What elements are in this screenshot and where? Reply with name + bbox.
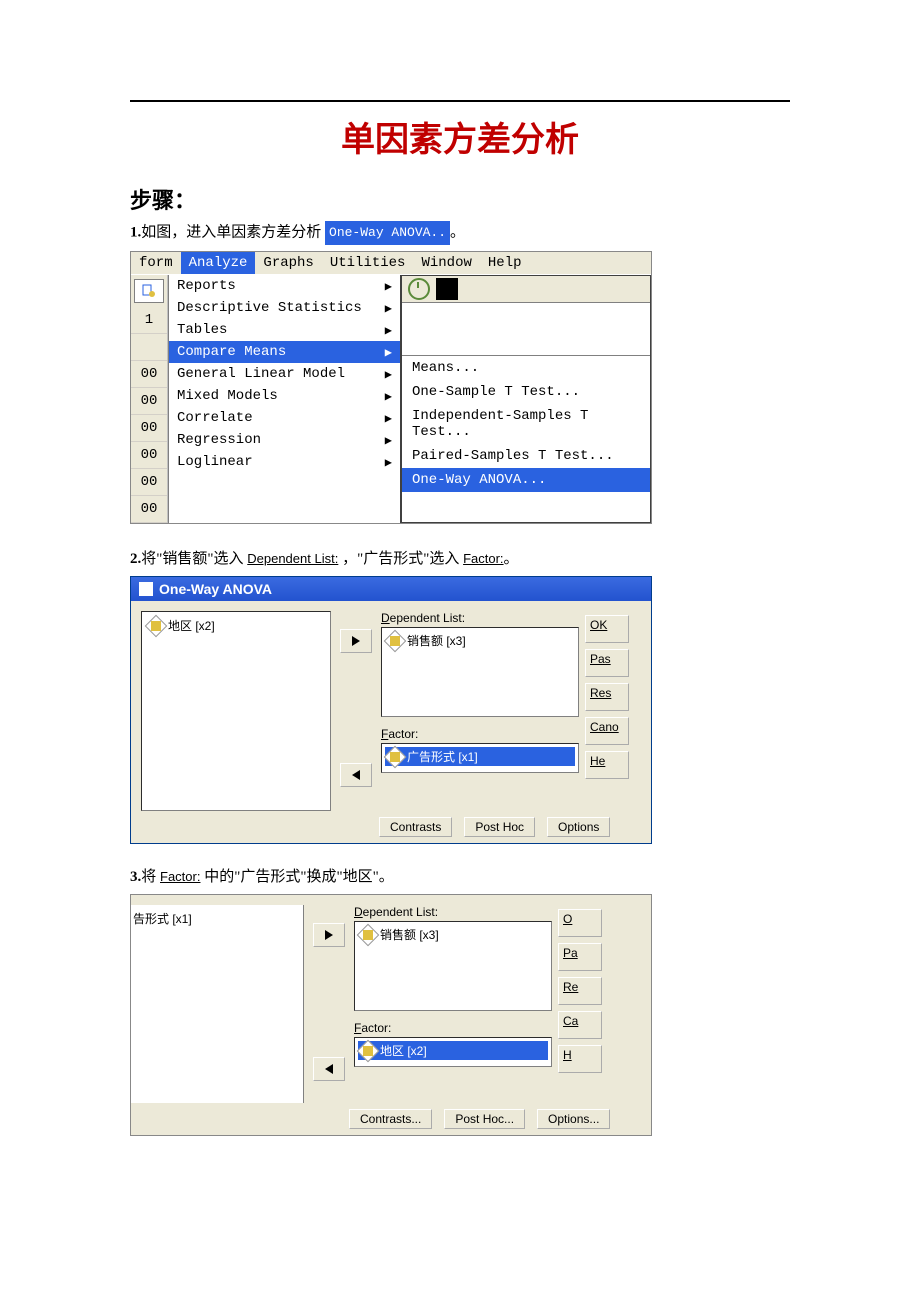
ok-button-2[interactable]: O	[558, 909, 602, 937]
menu-correlate[interactable]: Correlate▶	[169, 407, 400, 429]
menu-graphs[interactable]: Graphs	[255, 252, 321, 274]
menu-glm[interactable]: General Linear Model▶	[169, 363, 400, 385]
oneway-anova-dialog-1: One-Way ANOVA 地区 [x2] DDependent List:ep…	[130, 576, 652, 844]
step-3-line: 3.将 Factor: 中的"广告形式"换成"地区"。	[130, 866, 790, 888]
var-sales-2[interactable]: 销售额 [x3]	[358, 925, 548, 944]
scale-icon	[384, 629, 407, 652]
menu-form[interactable]: form	[131, 252, 181, 274]
paste-button[interactable]: Pas	[585, 649, 629, 677]
reset-button[interactable]: Res	[585, 683, 629, 711]
menu-help[interactable]: Help	[480, 252, 530, 274]
var-adform[interactable]: 广告形式 [x1]	[385, 747, 575, 766]
scale-icon	[357, 923, 380, 946]
dialog-bottom-row: Contrasts Post Hoc Options	[131, 811, 651, 843]
paste-button-2[interactable]: Pa	[558, 943, 602, 971]
var-adform-left[interactable]: 告形式 [x1]	[131, 909, 299, 928]
menu-loglinear[interactable]: Loglinear▶	[169, 451, 400, 473]
cancel-button-2[interactable]: Ca	[558, 1011, 602, 1039]
dependent-list-box-2[interactable]: 销售额 [x3]	[354, 921, 552, 1011]
help-button-2[interactable]: H	[558, 1045, 602, 1073]
clock-icon[interactable]	[408, 278, 430, 300]
factor-box-2[interactable]: 地区 [x2]	[354, 1037, 552, 1067]
oneway-anova-dialog-2: 告形式 [x1] Dependent List: 销售额 [x3] Factor…	[130, 894, 652, 1136]
ok-button[interactable]: OK	[585, 615, 629, 643]
menu-mixed[interactable]: Mixed Models▶	[169, 385, 400, 407]
step-1-line: 1.如图，进入单因素方差分析 One-Way ANOVA..。	[130, 221, 790, 245]
top-rule	[130, 100, 790, 102]
steps-heading: 步骤：	[130, 183, 790, 215]
menu-compare-means[interactable]: Compare Means▶	[169, 341, 400, 363]
menu-descriptive[interactable]: Descriptive Statistics▶	[169, 297, 400, 319]
menu-window[interactable]: Window	[413, 252, 479, 274]
left-gutter: 1 00 00 00 00 00 00	[131, 275, 168, 523]
dialog-bottom-row-2: Contrasts... Post Hoc... Options...	[131, 1103, 651, 1135]
cancel-button[interactable]: Cano	[585, 717, 629, 745]
factor-label-2: Factor:	[354, 1021, 554, 1035]
var-region[interactable]: 地区 [x2]	[146, 616, 326, 635]
posthoc-button[interactable]: Post Hoc	[464, 817, 535, 837]
submenu-means[interactable]: Means...	[402, 356, 650, 380]
reset-button-2[interactable]: Re	[558, 977, 602, 1005]
dependent-list-box[interactable]: 销售额 [x3]	[381, 627, 579, 717]
menu-tables[interactable]: Tables▶	[169, 319, 400, 341]
move-to-factor-button-2[interactable]	[313, 1057, 345, 1081]
contrasts-button-2[interactable]: Contrasts...	[349, 1109, 432, 1129]
step-2-line: 2.将"销售额"选入 Dependent List: ，"广告形式"选入 Fac…	[130, 548, 790, 570]
scale-icon	[357, 1039, 380, 1062]
submenu-oneway[interactable]: One-Way ANOVA...	[402, 468, 650, 492]
menu-reports[interactable]: Reports▶	[169, 275, 400, 297]
dialog-action-buttons-2: O Pa Re Ca H	[554, 905, 602, 1103]
dependent-label-2: Dependent List:	[354, 905, 554, 919]
source-variable-list-2[interactable]: 告形式 [x1]	[131, 905, 304, 1103]
var-sales[interactable]: 销售额 [x3]	[385, 631, 575, 650]
menubar: form Analyze Graphs Utilities Window Hel…	[131, 252, 651, 275]
scale-icon	[145, 614, 168, 637]
submenu-independent[interactable]: Independent-Samples T Test...	[402, 404, 650, 444]
sub-toolbar	[402, 276, 650, 303]
move-to-dependent-button-2[interactable]	[313, 923, 345, 947]
source-variable-list[interactable]: 地区 [x2]	[141, 611, 331, 811]
submenu-onesample[interactable]: One-Sample T Test...	[402, 380, 650, 404]
spss-menu-screenshot: form Analyze Graphs Utilities Window Hel…	[130, 251, 652, 524]
menu-utilities[interactable]: Utilities	[322, 252, 414, 274]
oneway-anova-badge: One-Way ANOVA..	[325, 221, 450, 245]
contrasts-button[interactable]: Contrasts	[379, 817, 452, 837]
analyze-dropdown: Reports▶ Descriptive Statistics▶ Tables▶…	[168, 275, 401, 523]
menu-regression[interactable]: Regression▶	[169, 429, 400, 451]
menu-analyze[interactable]: Analyze	[181, 252, 256, 274]
posthoc-button-2[interactable]: Post Hoc...	[444, 1109, 525, 1129]
move-to-dependent-button[interactable]	[340, 629, 372, 653]
options-button[interactable]: Options	[547, 817, 610, 837]
factor-box[interactable]: 广告形式 [x1]	[381, 743, 579, 773]
dialog-titlebar: One-Way ANOVA	[131, 577, 651, 601]
toolbar-icon[interactable]	[134, 279, 164, 303]
factor-label: Factor:	[381, 727, 581, 741]
compare-means-submenu: Means... One-Sample T Test... Independen…	[401, 275, 651, 523]
help-button[interactable]: He	[585, 751, 629, 779]
dependent-label: DDependent List:ependent List:	[381, 611, 581, 625]
submenu-paired[interactable]: Paired-Samples T Test...	[402, 444, 650, 468]
var-region-factor[interactable]: 地区 [x2]	[358, 1041, 548, 1060]
dialog-icon	[139, 582, 153, 596]
scale-icon	[384, 745, 407, 768]
options-button-2[interactable]: Options...	[537, 1109, 610, 1129]
dialog-action-buttons: OK Pas Res Cano He	[581, 611, 629, 811]
stop-icon[interactable]	[436, 278, 458, 300]
doc-title: 单因素方差分析	[130, 112, 790, 161]
move-to-factor-button[interactable]	[340, 763, 372, 787]
